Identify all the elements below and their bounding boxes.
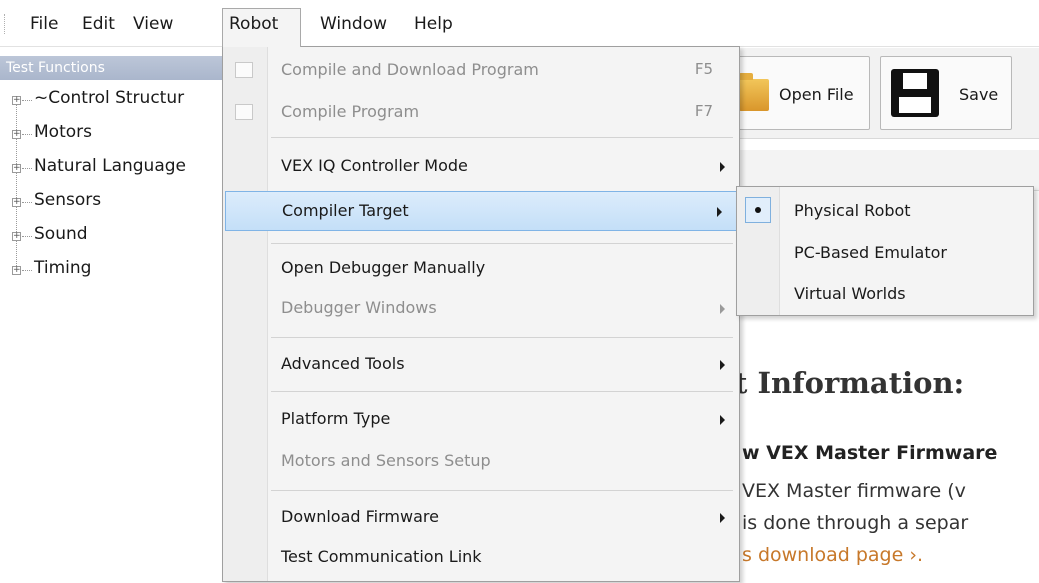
menu-item-debugger-windows[interactable]: Debugger Windows <box>223 289 739 329</box>
menu-item-compile-program[interactable]: Compile Program F7 <box>223 93 739 133</box>
tree-item-label: Motors <box>34 122 92 142</box>
submenu-item-physical-robot[interactable]: Physical Robot <box>737 191 1033 231</box>
menu-separator <box>271 391 733 392</box>
menu-item-label: Advanced Tools <box>281 354 405 373</box>
expand-icon[interactable]: + <box>12 130 21 139</box>
expand-icon[interactable]: + <box>12 266 21 275</box>
expand-icon[interactable]: + <box>12 96 21 105</box>
menu-window[interactable]: Window <box>314 12 393 36</box>
menubar-grip <box>4 14 8 34</box>
menu-separator <box>271 337 733 338</box>
shortcut-label: F7 <box>694 102 713 120</box>
menu-item-vex-iq-controller-mode[interactable]: VEX IQ Controller Mode <box>223 147 739 187</box>
submenu-item-label: Physical Robot <box>794 201 911 220</box>
content-heading: t Information: <box>734 366 965 400</box>
menu-item-label: Compile and Download Program <box>281 60 539 79</box>
menu-item-label: Test Communication Link <box>281 547 482 566</box>
save-button[interactable]: Save <box>880 56 1012 130</box>
menu-item-label: Platform Type <box>281 409 391 428</box>
tree-item-sensors[interactable]: + Sensors <box>0 186 230 220</box>
folder-icon <box>739 73 769 111</box>
tree-item-timing[interactable]: + Timing <box>0 254 230 288</box>
menu-item-label: Debugger Windows <box>281 298 437 317</box>
submenu-item-label: PC-Based Emulator <box>794 243 947 262</box>
menu-bar: File Edit View Robot Window Help <box>0 0 1039 47</box>
submenu-arrow-icon <box>720 415 725 425</box>
menu-item-label: VEX IQ Controller Mode <box>281 156 468 175</box>
content-tab-strip <box>720 150 1039 191</box>
tree-item-label: Sensors <box>34 190 102 210</box>
menu-item-compiler-target[interactable]: Compiler Target <box>225 191 737 231</box>
menu-item-test-communication-link[interactable]: Test Communication Link <box>223 538 739 578</box>
compile-icon <box>235 104 253 120</box>
tree-item-sound[interactable]: + Sound <box>0 220 230 254</box>
menu-help[interactable]: Help <box>408 12 459 36</box>
menu-item-download-firmware[interactable]: Download Firmware <box>223 498 739 538</box>
tree-item-control-structures[interactable]: + ~Control Structur <box>0 84 230 118</box>
radio-selected-icon <box>745 197 771 223</box>
submenu-arrow-icon <box>720 513 725 523</box>
menu-file[interactable]: File <box>24 12 64 36</box>
submenu-arrow-icon <box>720 162 725 172</box>
submenu-arrow-icon <box>720 360 725 370</box>
floppy-disk-icon <box>891 69 939 117</box>
compiler-target-submenu: Physical Robot PC-Based Emulator Virtual… <box>736 186 1034 316</box>
open-file-button[interactable]: Open File <box>720 56 870 130</box>
tree-item-label: ~Control Structur <box>34 88 185 108</box>
menu-separator <box>271 137 733 138</box>
menu-edit[interactable]: Edit <box>76 12 121 36</box>
save-label: Save <box>959 85 999 104</box>
download-page-link[interactable]: s download page ›. <box>742 544 923 566</box>
tree-item-label: Natural Language <box>34 156 187 176</box>
content-subheading: w VEX Master Firmware <box>742 442 998 464</box>
menu-item-label: Download Firmware <box>281 507 439 526</box>
shortcut-label: F5 <box>694 60 713 78</box>
tree-panel-header: Test Functions <box>0 56 230 80</box>
tree-item-label: Sound <box>34 224 88 244</box>
submenu-arrow-icon <box>717 207 722 217</box>
menu-separator <box>271 490 733 491</box>
menu-separator <box>271 243 733 244</box>
menu-item-label: Compiler Target <box>282 201 409 220</box>
function-tree: + ~Control Structur + Motors + Natural L… <box>0 84 230 288</box>
submenu-arrow-icon <box>720 304 725 314</box>
tree-item-label: Timing <box>34 258 92 278</box>
tree-item-motors[interactable]: + Motors <box>0 118 230 152</box>
menu-robot[interactable]: Robot <box>222 8 301 47</box>
menu-item-label: Motors and Sensors Setup <box>281 451 491 470</box>
menu-item-platform-type[interactable]: Platform Type <box>223 400 739 440</box>
toolbar: Open File Save <box>720 48 1039 139</box>
menu-item-compile-and-download[interactable]: Compile and Download Program F5 <box>223 51 739 91</box>
menu-view[interactable]: View <box>127 12 179 36</box>
content-text-line-1: VEX Master firmware (v <box>742 480 966 502</box>
tree-item-natural-language[interactable]: + Natural Language <box>0 152 230 186</box>
submenu-item-virtual-worlds[interactable]: Virtual Worlds <box>737 274 1033 314</box>
menu-item-open-debugger-manually[interactable]: Open Debugger Manually <box>223 249 739 289</box>
robot-menu-dropdown: Compile and Download Program F5 Compile … <box>222 46 740 582</box>
menu-item-motors-and-sensors-setup[interactable]: Motors and Sensors Setup <box>223 442 739 482</box>
open-file-label: Open File <box>779 85 854 104</box>
expand-icon[interactable]: + <box>12 232 21 241</box>
expand-icon[interactable]: + <box>12 164 21 173</box>
expand-icon[interactable]: + <box>12 198 21 207</box>
compile-download-icon <box>235 62 253 78</box>
menu-item-label: Compile Program <box>281 102 420 121</box>
menu-item-advanced-tools[interactable]: Advanced Tools <box>223 345 739 385</box>
submenu-item-label: Virtual Worlds <box>794 284 906 303</box>
content-text-line-2: is done through a separ <box>742 512 969 534</box>
submenu-item-pc-based-emulator[interactable]: PC-Based Emulator <box>737 233 1033 273</box>
menu-item-label: Open Debugger Manually <box>281 258 486 277</box>
